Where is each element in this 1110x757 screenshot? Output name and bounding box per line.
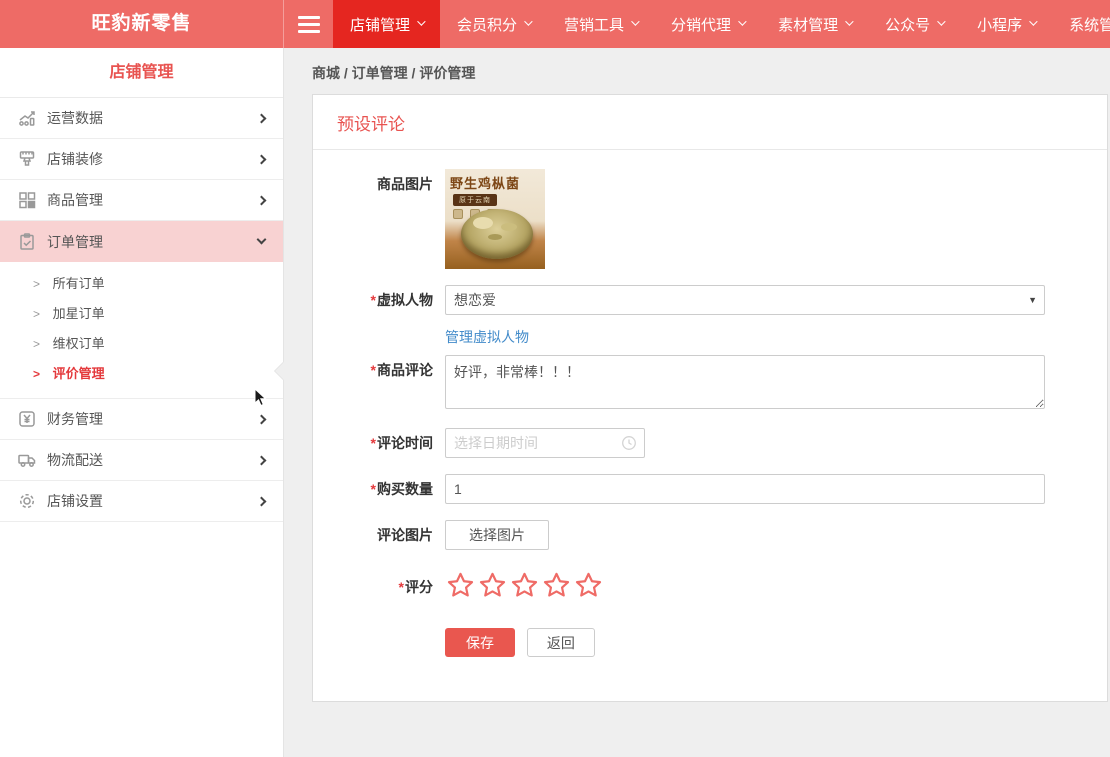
product-image-bowl [461,209,533,259]
clock-icon [621,435,637,454]
topnav-item-marketing-tools[interactable]: 营销工具 [547,0,654,48]
virtual-person-label: *虚拟人物 [337,285,433,315]
rating-stars [445,570,604,601]
sidebar-subitem-all-orders[interactable]: 所有订单 [0,269,283,299]
truck-icon [16,449,38,471]
brand-logo[interactable]: 旺豹新零售 [0,0,284,48]
sidebar-item-finance-manage[interactable]: 财务管理 [0,399,283,440]
chevron-down-icon [257,235,267,245]
sidebar-item-shop-settings[interactable]: 店铺设置 [0,481,283,522]
chevron-right-icon [257,113,267,123]
star-icon[interactable] [573,570,604,601]
comment-row: *商品评论 好评，非常棒！！！ [337,355,1083,412]
topnav-item-official-account[interactable]: 公众号 [868,0,960,48]
chevron-down-icon [845,17,853,25]
product-image-row: 商品图片 野生鸡枞菌 原于云南 [337,169,1083,269]
sidebar-item-shop-decoration[interactable]: 店铺装修 [0,139,283,180]
sidebar-item-operations-data[interactable]: 运营数据 [0,98,283,139]
chevron-down-icon [524,17,532,25]
chevron-right-icon [257,414,267,424]
chevron-down-icon [738,17,746,25]
virtual-person-row: *虚拟人物 想恋爱 管理虚拟人物 [337,285,1083,347]
sidebar-item-product-manage[interactable]: 商品管理 [0,180,283,221]
back-button[interactable]: 返回 [527,628,595,657]
sidebar-item-logistics[interactable]: 物流配送 [0,440,283,481]
comment-label: *商品评论 [337,355,433,385]
quantity-label: *购买数量 [337,474,433,504]
chevron-right-icon [257,195,267,205]
comment-image-label: 评论图片 [337,520,433,550]
chart-icon [16,107,38,129]
gear-icon [16,490,38,512]
topnav-item-shop-manage[interactable]: 店铺管理 [333,0,440,48]
chevron-right-icon [257,154,267,164]
card-title: 预设评论 [313,95,1107,150]
comment-textarea[interactable]: 好评，非常棒！！！ [445,355,1045,409]
comment-time-label: *评论时间 [337,428,433,458]
clipboard-icon [16,231,38,253]
action-buttons-row: 保存 返回 [337,628,1083,657]
topnav-item-mini-program[interactable]: 小程序 [960,0,1052,48]
breadcrumb: 商城 / 订单管理 / 评价管理 [284,48,1110,83]
grid-icon [16,189,38,211]
virtual-person-select[interactable]: 想恋爱 [445,285,1045,315]
sidebar-item-order-manage[interactable]: 订单管理 [0,221,283,262]
star-icon[interactable] [445,570,476,601]
topnav-item-system-manage[interactable]: 系统管理 [1052,0,1110,48]
rating-label: *评分 [337,572,433,602]
chevron-down-icon [1029,17,1037,25]
topnav-item-member-points[interactable]: 会员积分 [440,0,547,48]
chevron-right-icon [257,496,267,506]
quantity-input[interactable] [445,474,1045,504]
topnav-item-distribution[interactable]: 分销代理 [654,0,761,48]
sidebar-subitem-starred-orders[interactable]: 加星订单 [0,299,283,329]
select-arrow-icon [1028,295,1037,305]
quantity-row: *购买数量 [337,474,1083,504]
product-image-label: 商品图片 [337,169,433,199]
chevron-right-icon [257,455,267,465]
preset-review-card: 预设评论 商品图片 野生鸡枞菌 原于云南 [312,94,1108,702]
chevron-down-icon [417,17,425,25]
top-navbar: 旺豹新零售 店铺管理 会员积分 营销工具 分销代理 素材管理 公众号 小程 [0,0,1110,48]
chevron-down-icon [631,17,639,25]
topnav-items: 店铺管理 会员积分 营销工具 分销代理 素材管理 公众号 小程序 系统管理 [333,0,1110,48]
chevron-down-icon [937,17,945,25]
comment-time-row: *评论时间 [337,428,1083,458]
product-image[interactable]: 野生鸡枞菌 原于云南 [445,169,545,269]
star-icon[interactable] [509,570,540,601]
comment-image-row: 评论图片 选择图片 [337,520,1083,550]
save-button[interactable]: 保存 [445,628,515,657]
choose-image-button[interactable]: 选择图片 [445,520,549,550]
finance-icon [16,408,38,430]
topnav-item-material-manage[interactable]: 素材管理 [761,0,868,48]
sidebar-subitem-rights-orders[interactable]: 维权订单 [0,329,283,359]
sidebar-title: 店铺管理 [0,48,283,98]
manage-virtual-person-link[interactable]: 管理虚拟人物 [445,327,529,347]
brush-icon [16,148,38,170]
main-content: 商城 / 订单管理 / 评价管理 预设评论 商品图片 野生鸡枞菌 原于云南 [284,48,1110,757]
comment-time-input[interactable] [445,428,645,458]
sidebar: 店铺管理 运营数据 店铺装修 [0,48,284,757]
order-manage-submenu: 所有订单 加星订单 维权订单 评价管理 [0,262,283,399]
rating-row: *评分 [337,572,1083,602]
sidebar-subitem-review-manage[interactable]: 评价管理 [0,359,283,389]
hamburger-menu-icon[interactable] [284,0,333,48]
star-icon[interactable] [541,570,572,601]
star-icon[interactable] [477,570,508,601]
active-item-notch [275,362,284,380]
